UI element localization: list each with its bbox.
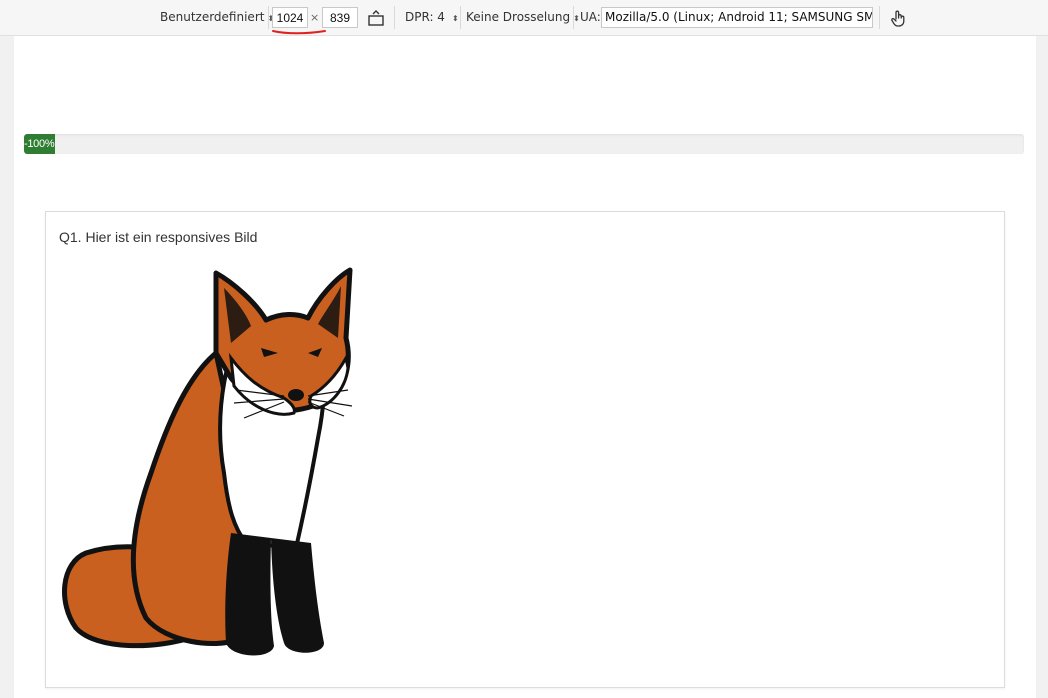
user-agent-value: Mozilla/5.0 (Linux; Android 11; SAMSUNG …	[605, 10, 872, 24]
device-toolbar: Benutzerdefiniert⬍ × DPR: 4⬍ Keine Dross…	[0, 0, 1048, 36]
toolbar-divider	[879, 6, 880, 29]
progress-bar: -100%	[24, 134, 1024, 154]
question-card: Q1. Hier ist ein responsives Bild	[45, 211, 1005, 688]
throttle-select[interactable]: Keine Drosselung ⬍	[466, 0, 580, 35]
throttle-label: Keine Drosselung	[466, 10, 571, 24]
toolbar-divider	[460, 6, 461, 29]
height-input[interactable]	[322, 7, 358, 28]
dpr-select[interactable]: DPR: 4 ⬍	[405, 0, 459, 35]
updown-caret-icon: ⬍	[573, 14, 580, 23]
toolbar-divider	[573, 6, 574, 29]
page-viewport: -100% Q1. Hier ist ein responsives Bild	[14, 36, 1036, 698]
ua-label: UA:	[580, 10, 601, 24]
user-agent-input[interactable]: Mozilla/5.0 (Linux; Android 11; SAMSUNG …	[601, 7, 873, 28]
progress-label: -100%	[24, 138, 55, 150]
toolbar-divider	[268, 6, 269, 29]
device-select-label: Benutzerdefiniert	[160, 10, 265, 24]
annotation-underline	[272, 30, 326, 35]
rotate-icon[interactable]	[367, 9, 385, 27]
dpr-label: DPR: 4	[405, 10, 445, 24]
question-title: Q1. Hier ist ein responsives Bild	[59, 229, 258, 245]
fox-image	[62, 267, 353, 656]
touch-icon[interactable]	[888, 8, 908, 28]
updown-caret-icon: ⬍	[451, 14, 459, 23]
toolbar-divider	[394, 6, 395, 29]
device-select[interactable]: Benutzerdefiniert ⬍	[160, 0, 274, 35]
width-input[interactable]	[272, 7, 308, 28]
